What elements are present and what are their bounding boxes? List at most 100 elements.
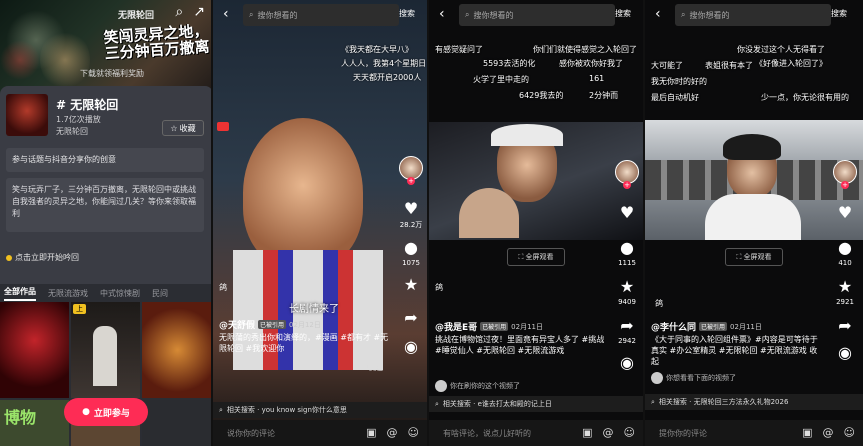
share-icon[interactable]: ➦: [838, 316, 851, 335]
action-bar: + ♥ ● 1115 ★ 9409 ➦ 2942 ◉: [615, 160, 639, 372]
collapse-link[interactable]: 收起: [367, 362, 383, 373]
video-person: [243, 118, 363, 268]
related-search-text: 相关搜索 · 无限轮回三方法永久礼物2026: [658, 398, 789, 406]
follow-plus-icon[interactable]: +: [841, 181, 849, 189]
action-bar: + ♥ 28.2万 ● 1075 ★ ➦ ◉: [399, 156, 423, 356]
grid-video-1[interactable]: [0, 302, 69, 398]
back-icon[interactable]: ‹: [223, 6, 229, 22]
search-input[interactable]: ⌕ 搜你想看的: [675, 4, 831, 26]
share-count: 2942: [618, 337, 636, 345]
search-icon: ⌕: [681, 10, 686, 19]
video-panel-1: ‹ ⌕ 搜你想看的 搜索 《我天都在大早八》 人人人，我第4个星期日 天天都开启…: [213, 0, 429, 446]
comment-icon[interactable]: ●: [404, 238, 418, 257]
emoji-icon[interactable]: ☺: [844, 426, 855, 439]
grid-video-6[interactable]: [142, 400, 211, 446]
comment-input[interactable]: 说你你的评论 ▣ @ ☺: [213, 420, 427, 446]
ai-note: 你想看看下面的视频了: [651, 372, 736, 384]
author-name: @天舒假: [219, 321, 256, 331]
start-hint[interactable]: 点击立即开始吟回: [6, 252, 79, 263]
action-bar: + ♥ ● 410 ★ 2921 ➦ ◉: [833, 160, 857, 362]
star-icon[interactable]: ★: [838, 277, 852, 296]
tab-all[interactable]: 全部作品: [4, 286, 36, 301]
fullscreen-label: 全屏观看: [525, 253, 554, 261]
at-icon[interactable]: @: [823, 426, 834, 439]
tab-chinese-horror[interactable]: 中式惊悚剧: [100, 288, 140, 299]
video-frame[interactable]: [429, 122, 643, 240]
emoji-icon[interactable]: ☺: [624, 426, 635, 439]
follow-plus-icon[interactable]: +: [623, 181, 631, 189]
search-input[interactable]: ⌕ 搜你想看的: [459, 4, 615, 26]
comment-input[interactable]: 有啥评论，说点儿好听的 ▣ @ ☺: [429, 420, 643, 446]
star-icon: ☆: [170, 123, 178, 133]
tab-infinite-games[interactable]: 无限流游戏: [48, 288, 88, 299]
fullscreen-label: 全屏观看: [743, 253, 772, 261]
grid-video-2[interactable]: 上: [71, 302, 140, 398]
topic-hero-banner[interactable]: 无限轮回 笑闯灵异之地，三分钟百万撤离 下载就领福利奖励 ⌕ ↗: [0, 0, 211, 95]
at-icon[interactable]: @: [387, 426, 398, 439]
author-badge: 已被引用: [258, 320, 287, 329]
comment-count: 410: [838, 259, 852, 267]
video-author[interactable]: @李什么同 已被引用 02月11日: [651, 320, 762, 333]
topic-description: 笑与玩弄厂子，三分钟百万撤离，无限轮回中或挑战自我强者的灵异之地，你能闯过几关？…: [6, 178, 204, 232]
back-icon[interactable]: ‹: [655, 6, 661, 22]
post-date: 02月11日: [511, 322, 543, 331]
comment-icon[interactable]: ●: [838, 238, 852, 257]
search-button[interactable]: 搜索: [831, 8, 847, 19]
share-icon[interactable]: ↗: [193, 4, 205, 20]
related-search[interactable]: ⌕ 相关搜索 · you know sign你什么意思: [213, 402, 427, 418]
join-now-label: 立即参与: [93, 408, 130, 419]
back-icon[interactable]: ‹: [439, 6, 445, 22]
video-author[interactable]: @我是E哥 已被引用 02月11日: [435, 320, 543, 333]
grid-video-4[interactable]: 博物: [0, 400, 69, 446]
video-author[interactable]: @天舒假 已被引用 02月12日: [219, 318, 321, 331]
at-icon[interactable]: @: [603, 426, 614, 439]
related-search-text: 相关搜索 · you know sign你什么意思: [226, 406, 347, 414]
danmu-4: 大可能了: [651, 61, 683, 70]
share-icon[interactable]: ➦: [404, 308, 417, 327]
music-disc-icon[interactable]: ◉: [620, 353, 634, 372]
search-input[interactable]: ⌕ 搜你想看的: [243, 4, 399, 26]
search-icon[interactable]: ⌕: [175, 4, 183, 20]
fullscreen-button[interactable]: ⛶ 全屏观看: [725, 248, 783, 266]
topic-panel: 无限轮回 笑闯灵异之地，三分钟百万撤离 下载就领福利奖励 ⌕ ↗ # 无限轮回 …: [0, 0, 213, 446]
comment-count: 1115: [618, 259, 636, 267]
danmu-2: 《好像进入轮回了》: [755, 59, 827, 68]
image-icon[interactable]: ▣: [802, 426, 812, 439]
comment-icon[interactable]: ●: [620, 238, 634, 257]
grid-video-3[interactable]: [142, 302, 211, 398]
music-disc-icon[interactable]: ◉: [838, 343, 852, 362]
star-icon[interactable]: ★: [620, 277, 634, 296]
fullscreen-icon: ⛶: [736, 252, 742, 261]
ai-label: 鸽: [219, 283, 227, 292]
search-button[interactable]: 搜索: [399, 8, 415, 19]
comment-input[interactable]: 提你你的评论 ▣ @ ☺: [645, 420, 863, 446]
heart-icon[interactable]: ♥: [404, 199, 418, 218]
topic-source: 无限轮回: [56, 127, 88, 136]
join-now-button[interactable]: ● 立即参与: [64, 398, 148, 426]
image-icon[interactable]: ▣: [582, 426, 592, 439]
grid-badge: 上: [73, 304, 86, 314]
heart-icon[interactable]: ♥: [838, 203, 852, 222]
music-disc-icon[interactable]: ◉: [404, 337, 418, 356]
fullscreen-button[interactable]: ⛶ 全屏观看: [507, 248, 565, 266]
favorite-count: 9409: [618, 298, 636, 306]
image-icon[interactable]: ▣: [366, 426, 376, 439]
tab-folk[interactable]: 民间: [152, 288, 168, 299]
star-icon[interactable]: ★: [404, 275, 418, 294]
danmu-1: 你没发过这个人无得看了: [737, 45, 825, 54]
favorite-count: 2921: [836, 298, 854, 306]
emoji-icon[interactable]: ☺: [408, 426, 419, 439]
follow-plus-icon[interactable]: +: [407, 177, 415, 185]
danmu-3: 5593去活的化: [483, 59, 536, 68]
favorite-button[interactable]: ☆ 收藏: [162, 120, 204, 136]
video-frame[interactable]: [645, 120, 863, 240]
related-search[interactable]: ⌕ 相关搜索 · e谁去打太和殿的记上日: [429, 396, 643, 412]
related-search-icon: ⌕: [219, 405, 223, 414]
search-button[interactable]: 搜索: [615, 8, 631, 19]
author-name: @李什么同: [651, 323, 697, 333]
heart-icon[interactable]: ♥: [620, 203, 634, 222]
post-date: 02月12日: [289, 320, 321, 329]
related-search[interactable]: ⌕ 相关搜索 · 无限轮回三方法永久礼物2026: [645, 394, 863, 410]
share-icon[interactable]: ➦: [620, 316, 633, 335]
join-topic-box[interactable]: 参与话题与抖音分享你的创意: [6, 148, 204, 172]
